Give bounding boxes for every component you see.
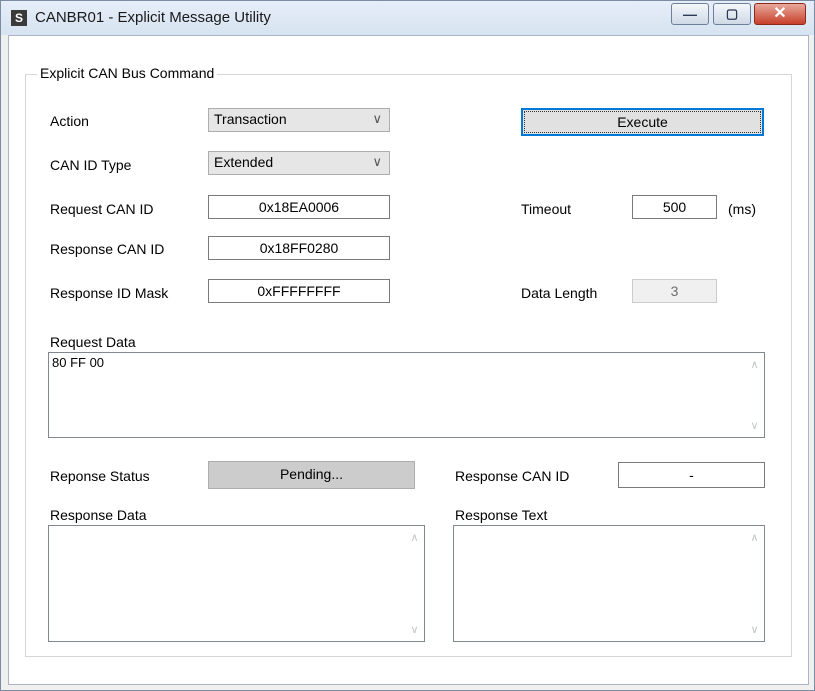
can-id-type-label: CAN ID Type [50,157,132,173]
execute-button-label: Execute [524,111,761,133]
app-window: S CANBR01 - Explicit Message Utility — ▢… [0,0,815,691]
chevron-down-icon: ∨ [372,154,382,169]
minimize-icon: — [683,6,697,22]
data-length-input: 3 [632,279,717,303]
response-can-id-input[interactable]: 0x18FF0280 [208,236,390,260]
close-button[interactable]: ✕ [754,3,806,25]
request-data-text: 80 FF 00 [52,355,105,370]
minimize-button[interactable]: — [671,3,709,25]
response-data-scrollbar[interactable]: ∧ ∨ [406,527,423,640]
app-icon: S [11,10,27,26]
scroll-down-icon[interactable]: ∨ [746,623,763,636]
response-can-id-result-label: Response CAN ID [455,468,570,484]
response-id-mask-input[interactable]: 0xFFFFFFFF [208,279,390,303]
request-data-scrollbar[interactable]: ∧ ∨ [746,354,763,436]
timeout-input[interactable]: 500 [632,195,717,219]
scroll-down-icon[interactable]: ∨ [746,419,763,432]
timeout-unit: (ms) [728,201,756,217]
scroll-up-icon[interactable]: ∧ [746,531,763,544]
action-select[interactable]: Transaction ∨ [208,108,390,132]
execute-button[interactable]: Execute [521,108,764,136]
title-bar[interactable]: S CANBR01 - Explicit Message Utility — ▢… [1,1,814,35]
group-title: Explicit CAN Bus Command [37,65,218,81]
response-can-id-result: - [618,462,765,488]
close-icon: ✕ [773,5,787,22]
timeout-label: Timeout [521,201,572,217]
can-id-type-select[interactable]: Extended ∨ [208,151,390,175]
response-id-mask-label: Response ID Mask [50,285,169,301]
response-text-scrollbar[interactable]: ∧ ∨ [746,527,763,640]
maximize-icon: ▢ [725,6,739,21]
request-data-label: Request Data [50,334,136,350]
window-title: CANBR01 - Explicit Message Utility [35,9,271,26]
response-text-label: Response Text [455,507,548,523]
response-status-value: Pending... [208,461,415,489]
request-can-id-input[interactable]: 0x18EA0006 [208,195,390,219]
scroll-up-icon[interactable]: ∧ [406,531,423,544]
response-data-textarea[interactable]: ∧ ∨ [48,525,425,642]
action-label: Action [50,113,89,129]
data-length-label: Data Length [521,285,598,301]
response-can-id-label: Response CAN ID [50,241,165,257]
action-value: Transaction [214,111,287,127]
chevron-down-icon: ∨ [372,111,382,126]
response-text-textarea[interactable]: ∧ ∨ [453,525,765,642]
request-can-id-label: Request CAN ID [50,201,154,217]
response-status-label: Reponse Status [50,468,150,484]
can-id-type-value: Extended [214,154,274,170]
scroll-up-icon[interactable]: ∧ [746,358,763,371]
maximize-button[interactable]: ▢ [713,3,751,25]
scroll-down-icon[interactable]: ∨ [406,623,423,636]
request-data-textarea[interactable]: 80 FF 00 ∧ ∨ [48,352,765,438]
response-data-label: Response Data [50,507,147,523]
